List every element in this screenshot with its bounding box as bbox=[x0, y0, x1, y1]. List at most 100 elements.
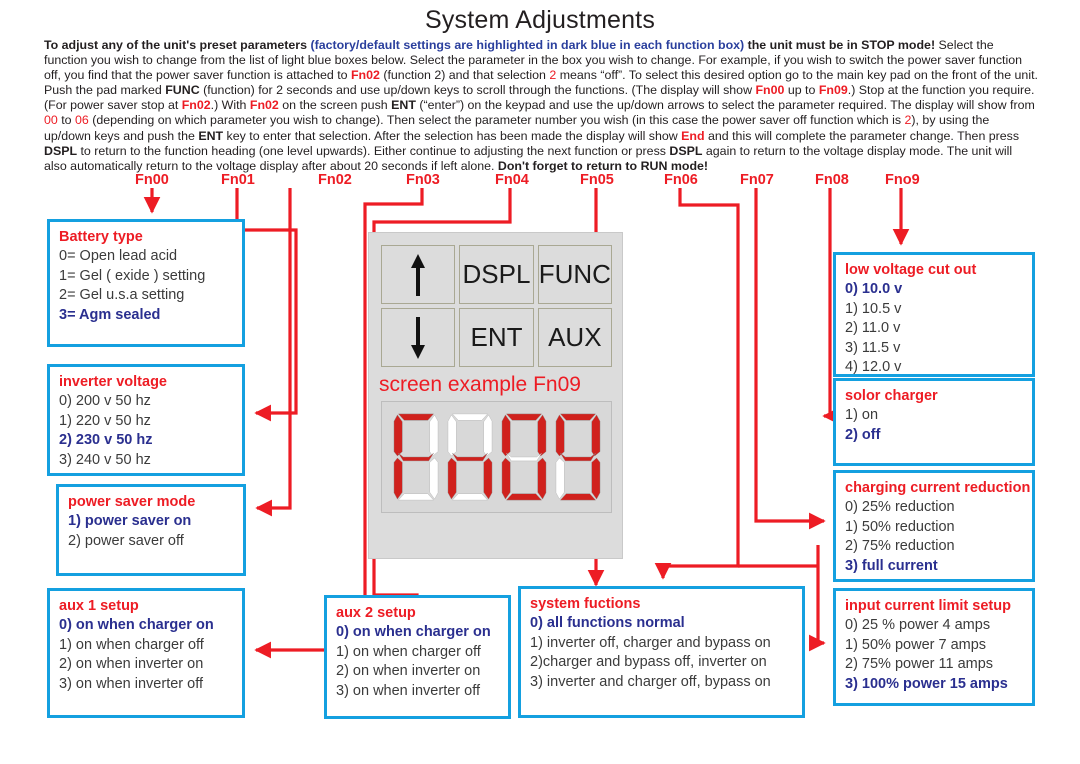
arrow-down-icon bbox=[410, 315, 426, 361]
intro-text-8: on the screen push bbox=[278, 98, 392, 113]
lcd-segment-g bbox=[559, 452, 596, 462]
function-option[interactable]: 2) on when inverter on bbox=[59, 655, 233, 675]
function-option-default[interactable]: 0) 10.0 v bbox=[845, 280, 1023, 300]
key-func[interactable]: FUNC bbox=[537, 245, 612, 304]
lcd-digit-F bbox=[393, 413, 438, 501]
function-box-title: inverter voltage bbox=[59, 374, 167, 390]
function-option[interactable]: 0) 25% reduction bbox=[845, 498, 1023, 518]
lcd-segment-g bbox=[505, 452, 542, 462]
fn-label-fn01: Fn01 bbox=[221, 172, 255, 188]
lcd-segment-e bbox=[393, 457, 402, 500]
function-box-title: system fuctions bbox=[530, 596, 641, 612]
function-option[interactable]: 2) power saver off bbox=[68, 532, 234, 552]
function-option-list: 1) power saver on 2) power saver off bbox=[68, 512, 234, 551]
intro-fn02-ref-1: Fn02 bbox=[350, 68, 380, 83]
function-option[interactable]: 1) on when charger off bbox=[59, 636, 233, 656]
lcd-segment-f bbox=[501, 414, 510, 457]
function-option[interactable]: 2)charger and bypass off, inverter on bbox=[530, 653, 793, 673]
lcd-segment-a bbox=[451, 413, 488, 421]
function-option-list: 0) all functions normal 1) inverter off, … bbox=[530, 614, 793, 692]
function-option[interactable]: 3) 240 v 50 hz bbox=[59, 451, 233, 471]
function-box-battery-type[interactable]: Battery type 0= Open lead acid 1= Gel ( ex… bbox=[47, 219, 245, 347]
function-option-default[interactable]: 3) full current bbox=[845, 557, 1023, 577]
function-option-default[interactable]: 0) on when charger on bbox=[59, 616, 233, 636]
function-option-list: 0= Open lead acid 1= Gel ( exide ) settin… bbox=[59, 247, 233, 325]
function-option[interactable]: 1= Gel ( exide ) setting bbox=[59, 267, 233, 287]
function-option[interactable]: 1) 10.5 v bbox=[845, 300, 1023, 320]
function-option[interactable]: 4) 12.0 v bbox=[845, 358, 1023, 374]
intro-text-4: (function) for 2 seconds and use up/down… bbox=[199, 83, 756, 98]
function-option[interactable]: 0) 200 v 50 hz bbox=[59, 392, 233, 412]
function-box-power-saver-mode[interactable]: power saver mode 1) power saver on 2) powe… bbox=[56, 484, 246, 576]
function-box-aux-2-setup[interactable]: aux 2 setup 0) on when charger on 1) on wh… bbox=[324, 595, 511, 719]
function-option[interactable]: 2) 75% reduction bbox=[845, 537, 1023, 557]
function-box-system-fuctions[interactable]: system fuctions 0) all functions normal 1)… bbox=[518, 586, 805, 718]
function-option[interactable]: 2) 11.0 v bbox=[845, 319, 1023, 339]
function-box-title: low voltage cut out bbox=[845, 262, 977, 278]
intro-text-5: up to bbox=[784, 83, 819, 98]
function-box-charging-current-reduction[interactable]: charging current reduction 0) 25% reducti… bbox=[833, 470, 1035, 582]
device-panel: DSPL FUNC ENT AUX screen example Fn09 bbox=[368, 232, 623, 559]
intro-text-10: to bbox=[57, 113, 76, 128]
function-option[interactable]: 2) 75% power 11 amps bbox=[845, 655, 1023, 675]
lcd-segment-a bbox=[505, 413, 542, 421]
lcd-segment-f bbox=[393, 414, 402, 457]
function-box-low-voltage-cut-out[interactable]: low voltage cut out 0) 10.0 v 1) 10.5 v 2) … bbox=[833, 252, 1035, 377]
key-dspl[interactable]: DSPL bbox=[459, 245, 534, 304]
function-option[interactable]: 1) on bbox=[845, 406, 1023, 426]
function-option[interactable]: 0= Open lead acid bbox=[59, 247, 233, 267]
intro-text-2: (function 2) and that selection bbox=[379, 68, 550, 83]
function-box-title: solor charger bbox=[845, 388, 938, 404]
key-up-arrow[interactable] bbox=[381, 245, 456, 304]
keypad: DSPL FUNC ENT AUX bbox=[381, 245, 612, 367]
function-box-inverter-voltage[interactable]: inverter voltage 0) 200 v 50 hz 1) 220 v 5… bbox=[47, 364, 245, 476]
function-option[interactable]: 2= Gel u.s.a setting bbox=[59, 286, 233, 306]
lcd-segment-e bbox=[555, 457, 564, 500]
function-option-list: 0) 10.0 v 1) 10.5 v 2) 11.0 v 3) 11.5 v 4) 1… bbox=[845, 280, 1023, 374]
function-option-default[interactable]: 0) all functions normal bbox=[530, 614, 793, 634]
function-box-solor-charger[interactable]: solor charger 1) on 2) off bbox=[833, 378, 1035, 466]
page-title: System Adjustments bbox=[424, 6, 656, 34]
lcd-segment-e bbox=[447, 457, 456, 500]
intro-blue-note: (factory/default settings are highlighte… bbox=[310, 38, 745, 52]
function-box-title: aux 1 setup bbox=[59, 598, 139, 614]
function-option-default[interactable]: 3= Agm sealed bbox=[59, 306, 233, 326]
function-option-list: 0) 25% reduction 1) 50% reduction 2) 75% r… bbox=[845, 498, 1023, 576]
lcd-segment-d bbox=[505, 493, 542, 501]
function-option-default[interactable]: 1) power saver on bbox=[68, 512, 234, 532]
function-option-default[interactable]: 0) on when charger on bbox=[336, 623, 499, 643]
function-box-aux-1-setup[interactable]: aux 1 setup 0) on when charger on 1) on wh… bbox=[47, 588, 245, 718]
intro-ent-key-2: ENT bbox=[198, 128, 224, 143]
lcd-segment-g bbox=[397, 452, 434, 462]
function-option[interactable]: 1) 220 v 50 hz bbox=[59, 412, 233, 432]
lcd-segment-b bbox=[483, 414, 492, 457]
fn-label-fn08: Fn08 bbox=[815, 172, 849, 188]
intro-text-11: (depending on which parameter you wish t… bbox=[88, 113, 905, 128]
function-option[interactable]: 1) inverter off, charger and bypass on bbox=[530, 634, 793, 654]
function-option[interactable]: 3) on when inverter off bbox=[59, 675, 233, 695]
key-ent[interactable]: ENT bbox=[459, 308, 534, 367]
function-box-title: charging current reduction bbox=[845, 480, 1031, 496]
fn-label-fn07: Fn07 bbox=[740, 172, 774, 188]
arrow-up-icon bbox=[410, 252, 426, 298]
function-box-input-current-limit-setup[interactable]: input current limit setup 0) 25 % power 4… bbox=[833, 588, 1035, 706]
lcd-segment-d bbox=[559, 493, 596, 501]
function-option[interactable]: 1) 50% power 7 amps bbox=[845, 636, 1023, 656]
lcd-segment-a bbox=[397, 413, 434, 421]
key-aux[interactable]: AUX bbox=[537, 308, 612, 367]
function-option-default[interactable]: 2) 230 v 50 hz bbox=[59, 431, 233, 451]
key-down-arrow[interactable] bbox=[381, 308, 456, 367]
lcd-segment-g bbox=[451, 452, 488, 462]
function-option[interactable]: 2) on when inverter on bbox=[336, 662, 499, 682]
function-option[interactable]: 1) 50% reduction bbox=[845, 518, 1023, 538]
function-option[interactable]: 1) on when charger off bbox=[336, 643, 499, 663]
function-box-title: power saver mode bbox=[68, 494, 196, 510]
function-option-default[interactable]: 3) 100% power 15 amps bbox=[845, 675, 1023, 695]
function-option[interactable]: 0) 25 % power 4 amps bbox=[845, 616, 1023, 636]
function-option[interactable]: 3) inverter and charger off, bypass on bbox=[530, 673, 793, 693]
function-option[interactable]: 3) on when inverter off bbox=[336, 682, 499, 702]
function-option-default[interactable]: 2) off bbox=[845, 426, 1023, 446]
lcd-digit-9 bbox=[555, 413, 600, 501]
intro-fn00-ref: Fn00 bbox=[755, 83, 785, 98]
function-option[interactable]: 3) 11.5 v bbox=[845, 339, 1023, 359]
